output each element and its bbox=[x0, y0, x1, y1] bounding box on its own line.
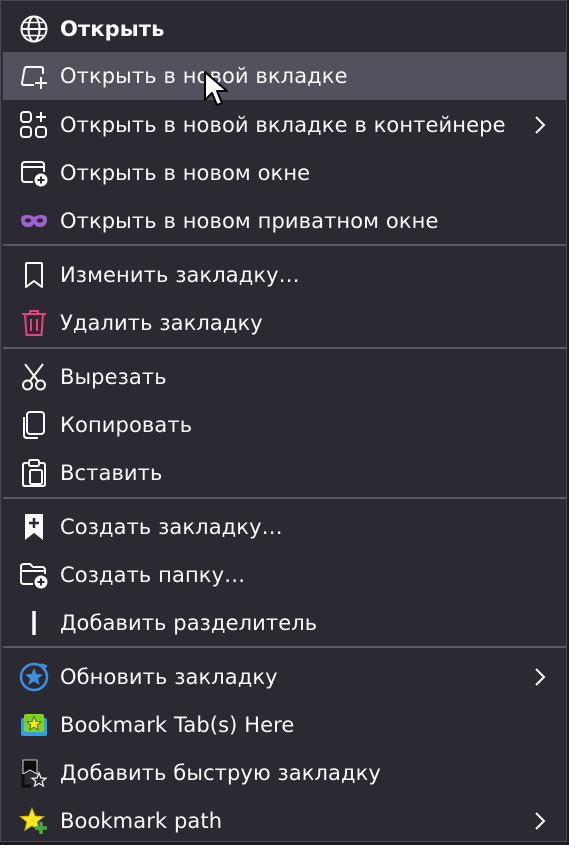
menu-item-label: Создать папку… bbox=[60, 563, 246, 587]
menu-item-bookmark-path[interactable]: Bookmark path bbox=[3, 797, 566, 845]
menu-item-bookmark-tabs-here[interactable]: Bookmark Tab(s) Here bbox=[3, 701, 566, 749]
new-tab-icon bbox=[20, 66, 47, 89]
menu-item-copy[interactable]: Копировать bbox=[3, 401, 566, 449]
menu-item-add-separator[interactable]: Добавить разделитель bbox=[3, 599, 566, 647]
bookmark-add-icon bbox=[25, 514, 43, 540]
menu-item-open-new-tab[interactable]: Открыть в новой вкладке bbox=[3, 52, 566, 100]
containers-icon bbox=[20, 111, 47, 138]
menu-item-label: Изменить закладку… bbox=[60, 263, 300, 287]
menu-item-label: Обновить закладку bbox=[60, 665, 278, 689]
menu-item-delete-bookmark[interactable]: Удалить закладку bbox=[3, 299, 566, 347]
mouse-pointer-icon bbox=[204, 71, 228, 106]
folder-add-icon bbox=[20, 563, 48, 589]
chevron-right-icon bbox=[535, 668, 546, 686]
trash-icon bbox=[22, 310, 46, 336]
menu-separator bbox=[3, 646, 566, 648]
menu-item-label: Открыть в новом приватном окне bbox=[60, 209, 439, 233]
refresh-star-icon bbox=[19, 662, 49, 692]
menu-item-label: Вставить bbox=[60, 461, 163, 485]
separator-icon bbox=[32, 611, 36, 635]
scissors-icon bbox=[22, 363, 46, 391]
menu-item-cut[interactable]: Вырезать bbox=[3, 353, 566, 401]
bookmark-context-menu: Открыть Открыть в новой вкладке Открыть … bbox=[0, 0, 567, 842]
menu-item-open-private-window[interactable]: Открыть в новом приватном окне bbox=[3, 197, 566, 245]
menu-item-label: Открыть bbox=[60, 17, 165, 41]
menu-separator bbox=[3, 347, 566, 349]
menu-item-label: Добавить быструю закладку bbox=[60, 761, 381, 785]
menu-item-open-new-window[interactable]: Открыть в новом окне bbox=[3, 149, 566, 197]
menu-item-update-bookmark[interactable]: Обновить закладку bbox=[3, 653, 566, 701]
chevron-right-icon bbox=[535, 812, 546, 830]
private-mask-icon bbox=[21, 215, 47, 227]
copy-icon bbox=[23, 411, 45, 439]
chevron-right-icon bbox=[535, 116, 546, 134]
menu-item-label: Удалить закладку bbox=[60, 311, 263, 335]
menu-separator bbox=[3, 497, 566, 499]
menu-item-label: Bookmark path bbox=[60, 809, 223, 833]
menu-item-new-folder[interactable]: Создать папку… bbox=[3, 551, 566, 599]
menu-item-quick-bookmark[interactable]: Добавить быструю закладку bbox=[3, 749, 566, 797]
clipboard-icon bbox=[22, 459, 46, 487]
menu-item-label: Копировать bbox=[60, 413, 193, 437]
menu-item-new-bookmark[interactable]: Создать закладку… bbox=[3, 503, 566, 551]
menu-item-label: Открыть в новом окне bbox=[60, 161, 311, 185]
menu-item-label: Открыть в новой вкладке в контейнере bbox=[60, 113, 506, 137]
bookmark-tabs-here-icon bbox=[21, 714, 47, 736]
menu-item-paste[interactable]: Вставить bbox=[3, 449, 566, 497]
menu-item-open[interactable]: Открыть bbox=[3, 5, 566, 53]
menu-item-label: Создать закладку… bbox=[60, 515, 283, 539]
menu-item-label: Добавить разделитель bbox=[60, 611, 318, 635]
menu-item-label: Bookmark Tab(s) Here bbox=[60, 713, 295, 737]
globe-icon bbox=[20, 15, 48, 43]
menu-separator bbox=[3, 244, 566, 246]
bookmark-path-star-icon bbox=[19, 806, 47, 834]
bookmark-outline-icon bbox=[25, 262, 43, 288]
menu-item-edit-bookmark[interactable]: Изменить закладку… bbox=[3, 251, 566, 299]
new-window-icon bbox=[21, 161, 48, 187]
menu-item-label: Вырезать bbox=[60, 365, 167, 389]
menu-item-open-in-container[interactable]: Открыть в новой вкладке в контейнере bbox=[3, 101, 566, 149]
quick-bookmark-icon bbox=[21, 759, 48, 788]
